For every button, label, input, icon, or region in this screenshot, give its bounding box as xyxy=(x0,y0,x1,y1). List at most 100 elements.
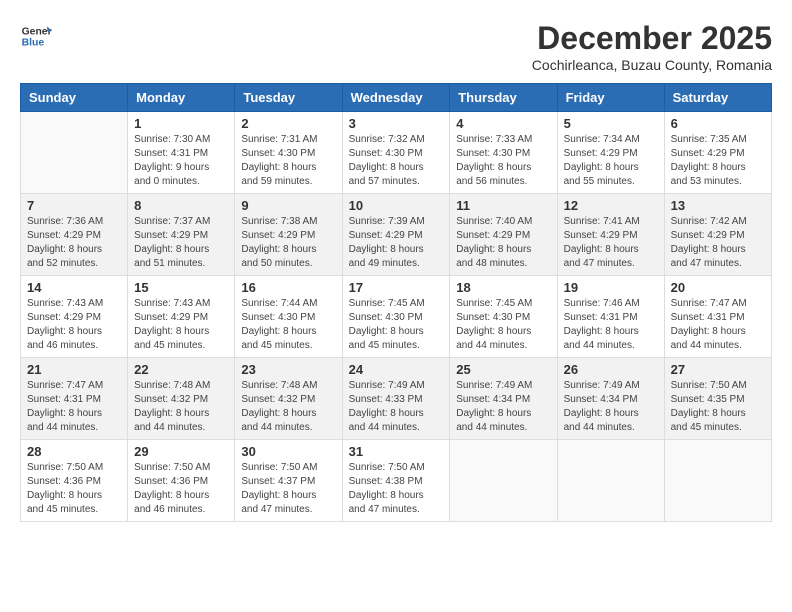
day-number: 24 xyxy=(349,362,444,377)
calendar-day-cell: 5Sunrise: 7:34 AMSunset: 4:29 PMDaylight… xyxy=(557,112,664,194)
day-number: 3 xyxy=(349,116,444,131)
day-number: 6 xyxy=(671,116,765,131)
day-info: Sunrise: 7:49 AMSunset: 4:34 PMDaylight:… xyxy=(456,379,550,435)
calendar-day-cell xyxy=(450,440,557,522)
day-number: 2 xyxy=(241,116,335,131)
calendar-day-cell: 12Sunrise: 7:41 AMSunset: 4:29 PMDayligh… xyxy=(557,194,664,276)
calendar-day-cell: 8 Sunrise: 7:37 AMSunset: 4:29 PMDaylight… xyxy=(128,194,235,276)
column-header-wednesday: Wednesday xyxy=(342,84,450,112)
day-number: 20 xyxy=(671,280,765,295)
day-number: 12 xyxy=(564,198,658,213)
svg-text:Blue: Blue xyxy=(22,38,45,49)
day-number: 17 xyxy=(349,280,444,295)
calendar-day-cell: 25 Sunrise: 7:49 AMSunset: 4:34 PMDayligh… xyxy=(450,358,557,440)
title-block: December 2025 Cochirleanca, Buzau County… xyxy=(532,20,772,73)
day-info: Sunrise: 7:47 AMSunset: 4:31 PMDaylight:… xyxy=(27,379,121,435)
calendar-day-cell: 10Sunrise: 7:39 AMSunset: 4:29 PMDayligh… xyxy=(342,194,450,276)
day-info: Sunrise: 7:31 AMSunset: 4:30 PMDaylight:… xyxy=(241,133,335,189)
column-header-friday: Friday xyxy=(557,84,664,112)
day-number: 21 xyxy=(27,362,121,377)
calendar-day-cell: 19 Sunrise: 7:46 AMSunset: 4:31 PMDayligh… xyxy=(557,276,664,358)
calendar-day-cell: 17 Sunrise: 7:45 AMSunset: 4:30 PMDayligh… xyxy=(342,276,450,358)
day-info: Sunrise: 7:33 AMSunset: 4:30 PMDaylight:… xyxy=(456,133,550,189)
calendar-week-row: 21 Sunrise: 7:47 AMSunset: 4:31 PMDayligh… xyxy=(21,358,772,440)
day-number: 7 xyxy=(27,198,121,213)
calendar-day-cell: 30 Sunrise: 7:50 AMSunset: 4:37 PMDayligh… xyxy=(235,440,342,522)
calendar-day-cell: 28 Sunrise: 7:50 AMSunset: 4:36 PMDayligh… xyxy=(21,440,128,522)
column-header-tuesday: Tuesday xyxy=(235,84,342,112)
calendar-day-cell: 20 Sunrise: 7:47 AMSunset: 4:31 PMDayligh… xyxy=(664,276,771,358)
calendar-day-cell: 21 Sunrise: 7:47 AMSunset: 4:31 PMDayligh… xyxy=(21,358,128,440)
day-info: Sunrise: 7:46 AMSunset: 4:31 PMDaylight:… xyxy=(564,297,658,353)
calendar-day-cell: 1 Sunrise: 7:30 AMSunset: 4:31 PMDaylight… xyxy=(128,112,235,194)
day-number: 8 xyxy=(134,198,228,213)
day-number: 16 xyxy=(241,280,335,295)
calendar-day-cell xyxy=(21,112,128,194)
day-number: 25 xyxy=(456,362,550,377)
calendar-day-cell: 7 Sunrise: 7:36 AMSunset: 4:29 PMDaylight… xyxy=(21,194,128,276)
day-info: Sunrise: 7:43 AMSunset: 4:29 PMDaylight:… xyxy=(134,297,228,353)
calendar-day-cell: 29 Sunrise: 7:50 AMSunset: 4:36 PMDayligh… xyxy=(128,440,235,522)
day-info: Sunrise: 7:49 AMSunset: 4:33 PMDaylight:… xyxy=(349,379,444,435)
column-header-thursday: Thursday xyxy=(450,84,557,112)
day-number: 13 xyxy=(671,198,765,213)
day-info: Sunrise: 7:38 AMSunset: 4:29 PMDaylight:… xyxy=(241,215,335,271)
day-number: 11 xyxy=(456,198,550,213)
day-number: 22 xyxy=(134,362,228,377)
day-info: Sunrise: 7:42 AMSunset: 4:29 PMDaylight:… xyxy=(671,215,765,271)
day-info: Sunrise: 7:50 AMSunset: 4:38 PMDaylight:… xyxy=(349,461,444,517)
day-number: 23 xyxy=(241,362,335,377)
day-info: Sunrise: 7:49 AMSunset: 4:34 PMDaylight:… xyxy=(564,379,658,435)
day-number: 15 xyxy=(134,280,228,295)
day-info: Sunrise: 7:43 AMSunset: 4:29 PMDaylight:… xyxy=(27,297,121,353)
calendar-day-cell: 16 Sunrise: 7:44 AMSunset: 4:30 PMDayligh… xyxy=(235,276,342,358)
day-info: Sunrise: 7:35 AMSunset: 4:29 PMDaylight:… xyxy=(671,133,765,189)
calendar-day-cell: 23Sunrise: 7:48 AMSunset: 4:32 PMDayligh… xyxy=(235,358,342,440)
day-info: Sunrise: 7:47 AMSunset: 4:31 PMDaylight:… xyxy=(671,297,765,353)
day-info: Sunrise: 7:45 AMSunset: 4:30 PMDaylight:… xyxy=(349,297,444,353)
day-number: 19 xyxy=(564,280,658,295)
calendar-week-row: 14 Sunrise: 7:43 AMSunset: 4:29 PMDayligh… xyxy=(21,276,772,358)
day-info: Sunrise: 7:50 AMSunset: 4:36 PMDaylight:… xyxy=(27,461,121,517)
day-number: 31 xyxy=(349,444,444,459)
header-row: SundayMondayTuesdayWednesdayThursdayFrid… xyxy=(21,84,772,112)
day-info: Sunrise: 7:45 AMSunset: 4:30 PMDaylight:… xyxy=(456,297,550,353)
day-number: 26 xyxy=(564,362,658,377)
calendar-day-cell: 26 Sunrise: 7:49 AMSunset: 4:34 PMDayligh… xyxy=(557,358,664,440)
calendar-day-cell: 3 Sunrise: 7:32 AMSunset: 4:30 PMDaylight… xyxy=(342,112,450,194)
calendar-day-cell: 27Sunrise: 7:50 AMSunset: 4:35 PMDayligh… xyxy=(664,358,771,440)
day-info: Sunrise: 7:44 AMSunset: 4:30 PMDaylight:… xyxy=(241,297,335,353)
day-info: Sunrise: 7:32 AMSunset: 4:30 PMDaylight:… xyxy=(349,133,444,189)
day-info: Sunrise: 7:48 AMSunset: 4:32 PMDaylight:… xyxy=(134,379,228,435)
calendar-table: SundayMondayTuesdayWednesdayThursdayFrid… xyxy=(20,83,772,522)
day-info: Sunrise: 7:36 AMSunset: 4:29 PMDaylight:… xyxy=(27,215,121,271)
column-header-monday: Monday xyxy=(128,84,235,112)
day-number: 29 xyxy=(134,444,228,459)
calendar-week-row: 1 Sunrise: 7:30 AMSunset: 4:31 PMDaylight… xyxy=(21,112,772,194)
calendar-day-cell: 15 Sunrise: 7:43 AMSunset: 4:29 PMDayligh… xyxy=(128,276,235,358)
day-info: Sunrise: 7:50 AMSunset: 4:37 PMDaylight:… xyxy=(241,461,335,517)
day-number: 10 xyxy=(349,198,444,213)
calendar-day-cell xyxy=(664,440,771,522)
day-number: 1 xyxy=(134,116,228,131)
calendar-day-cell xyxy=(557,440,664,522)
column-header-sunday: Sunday xyxy=(21,84,128,112)
day-number: 5 xyxy=(564,116,658,131)
day-number: 30 xyxy=(241,444,335,459)
calendar-day-cell: 24 Sunrise: 7:49 AMSunset: 4:33 PMDayligh… xyxy=(342,358,450,440)
day-info: Sunrise: 7:37 AMSunset: 4:29 PMDaylight:… xyxy=(134,215,228,271)
logo-icon: General Blue xyxy=(20,20,52,52)
day-info: Sunrise: 7:50 AMSunset: 4:36 PMDaylight:… xyxy=(134,461,228,517)
day-number: 14 xyxy=(27,280,121,295)
calendar-day-cell: 6 Sunrise: 7:35 AMSunset: 4:29 PMDaylight… xyxy=(664,112,771,194)
calendar-day-cell: 31 Sunrise: 7:50 AMSunset: 4:38 PMDayligh… xyxy=(342,440,450,522)
calendar-day-cell: 9Sunrise: 7:38 AMSunset: 4:29 PMDaylight… xyxy=(235,194,342,276)
day-info: Sunrise: 7:50 AMSunset: 4:35 PMDaylight:… xyxy=(671,379,765,435)
calendar-day-cell: 2 Sunrise: 7:31 AMSunset: 4:30 PMDaylight… xyxy=(235,112,342,194)
day-info: Sunrise: 7:30 AMSunset: 4:31 PMDaylight:… xyxy=(134,133,228,189)
column-header-saturday: Saturday xyxy=(664,84,771,112)
location-subtitle: Cochirleanca, Buzau County, Romania xyxy=(532,57,772,73)
calendar-day-cell: 13 Sunrise: 7:42 AMSunset: 4:29 PMDayligh… xyxy=(664,194,771,276)
day-number: 28 xyxy=(27,444,121,459)
calendar-week-row: 28 Sunrise: 7:50 AMSunset: 4:36 PMDayligh… xyxy=(21,440,772,522)
